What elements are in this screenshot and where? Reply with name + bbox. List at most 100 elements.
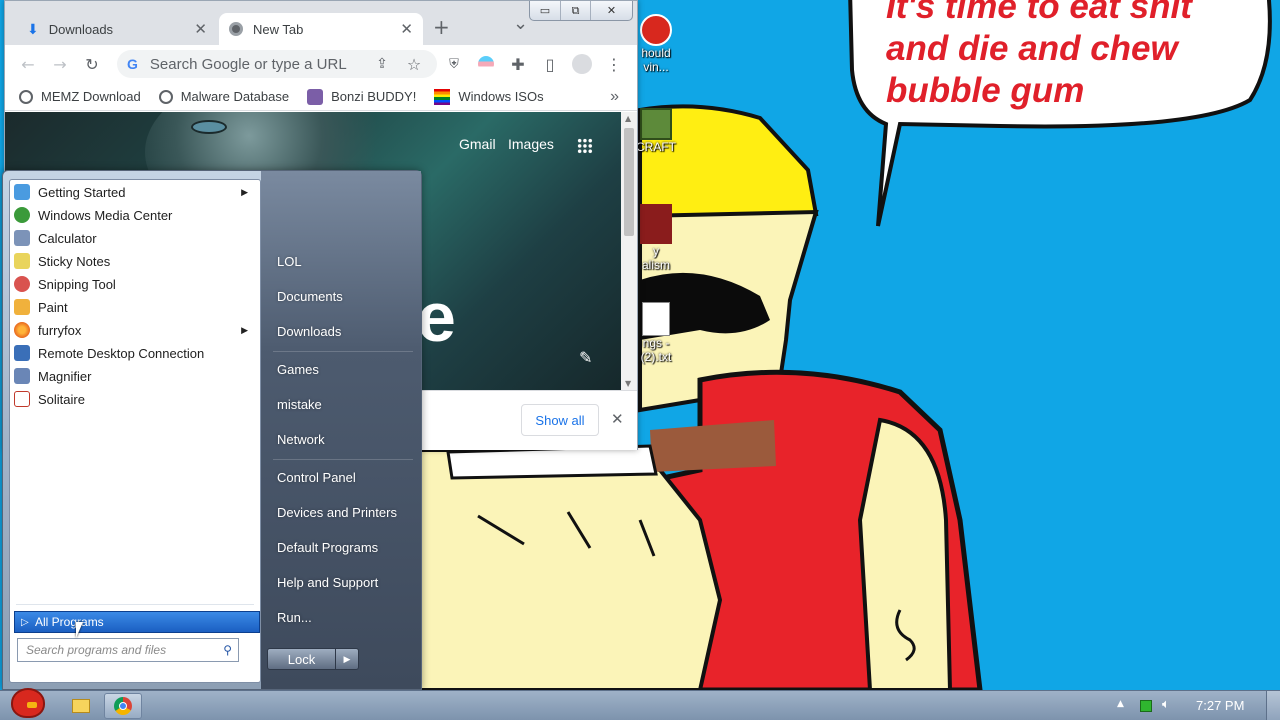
tab-downloads[interactable]: ⬇ Downloads ✕ xyxy=(17,13,217,45)
paint-icon xyxy=(14,299,30,315)
reload-button[interactable]: ↻ xyxy=(81,53,103,75)
share-icon[interactable]: ⇪ xyxy=(371,53,393,75)
restore-button[interactable]: ⧉ xyxy=(560,1,590,20)
program-label: Magnifier xyxy=(38,368,92,384)
google-logo-partial: e xyxy=(417,278,456,356)
bonzi-icon xyxy=(307,88,324,105)
program-sticky-notes[interactable]: Sticky Notes xyxy=(14,250,256,272)
scroll-down-arrow[interactable]: ▼ xyxy=(625,379,631,388)
txt-file-icon xyxy=(642,302,670,336)
bookmark-label: Bonzi BUDDY! xyxy=(331,89,417,104)
getting-started-icon xyxy=(14,184,30,200)
program-label: Sticky Notes xyxy=(38,253,111,269)
program-snipping-tool[interactable]: Snipping Tool xyxy=(14,273,256,295)
program-label: Snipping Tool xyxy=(38,276,116,292)
program-solitaire[interactable]: Solitaire xyxy=(14,388,256,410)
new-tab-button[interactable]: + xyxy=(433,15,450,39)
place-lol[interactable]: LOL xyxy=(277,254,417,269)
mouth xyxy=(446,444,658,480)
speech-line-2: and die and chew xyxy=(886,29,1178,68)
explorer-folder-icon xyxy=(72,699,90,713)
page-scrollbar[interactable]: ▲ ▼ xyxy=(621,112,637,390)
minimize-button[interactable]: ▭ xyxy=(530,1,560,20)
bookmark-star-icon[interactable]: ☆ xyxy=(403,53,425,75)
program-label: Paint xyxy=(38,299,68,315)
submenu-arrow-icon: ▶ xyxy=(241,186,248,197)
tray-overflow-button[interactable]: ▲ xyxy=(1117,699,1124,709)
bookmarks-overflow-button[interactable]: » xyxy=(610,88,619,106)
program-furryfox[interactable]: furryfox ▶ xyxy=(14,319,256,341)
place-documents[interactable]: Documents xyxy=(277,289,417,304)
place-mistake[interactable]: mistake xyxy=(277,397,417,412)
close-tab-icon[interactable]: ✕ xyxy=(194,20,207,38)
close-window-button[interactable]: ✕ xyxy=(590,1,632,20)
rainbow-flag-icon xyxy=(434,88,451,105)
program-getting-started[interactable]: Getting Started ▶ xyxy=(14,181,256,203)
volume-icon[interactable]: 🔈︎ xyxy=(1162,697,1170,712)
all-programs-arrow-icon: ▷ xyxy=(21,616,29,628)
bookmark-memz[interactable]: MEMZ Download xyxy=(19,89,141,104)
program-paint[interactable]: Paint xyxy=(14,296,256,318)
customize-pencil-icon[interactable]: ✎ xyxy=(579,348,592,367)
taskbar: ▲ 🔈︎ 7:27 PM xyxy=(0,688,1280,720)
place-help-support[interactable]: Help and Support xyxy=(277,575,417,590)
place-control-panel[interactable]: Control Panel xyxy=(277,470,417,485)
magnifier-icon xyxy=(14,368,30,384)
bookmark-malware-db[interactable]: Malware Database xyxy=(158,89,289,104)
close-downloads-bar-icon[interactable]: ✕ xyxy=(611,410,624,428)
tab-search-button[interactable]: ⌄ xyxy=(513,13,528,34)
network-icon[interactable] xyxy=(1140,700,1152,712)
angry-birds-icon xyxy=(640,14,672,46)
taskbar-explorer[interactable] xyxy=(66,693,96,719)
start-orb-button[interactable] xyxy=(4,685,52,720)
start-search-input[interactable]: Search programs and files ⚲ xyxy=(17,638,239,662)
chrome-icon xyxy=(114,697,132,715)
bookmark-windows-isos[interactable]: Windows ISOs xyxy=(434,88,544,105)
program-windows-media-center[interactable]: Windows Media Center xyxy=(14,204,256,226)
taskbar-chrome[interactable] xyxy=(104,693,142,719)
extension-shield-icon[interactable]: ⛨ xyxy=(443,53,465,75)
profile-avatar-icon[interactable] xyxy=(571,53,593,75)
images-link[interactable]: Images xyxy=(508,136,554,152)
show-desktop-button[interactable] xyxy=(1266,691,1280,720)
side-panel-icon[interactable]: ▯ xyxy=(539,53,561,75)
place-network[interactable]: Network xyxy=(277,432,417,447)
download-icon: ⬇ xyxy=(27,20,39,37)
place-games[interactable]: Games xyxy=(277,362,417,377)
media-center-icon xyxy=(14,207,30,223)
speech-line-1: It's time to eat shit xyxy=(886,0,1192,26)
bookmark-bonzi[interactable]: Bonzi BUDDY! xyxy=(307,88,417,105)
lock-button-group: Lock ▶ xyxy=(267,648,359,670)
place-default-programs[interactable]: Default Programs xyxy=(277,540,417,555)
lock-button[interactable]: Lock xyxy=(268,649,336,669)
program-magnifier[interactable]: Magnifier xyxy=(14,365,256,387)
scroll-up-arrow[interactable]: ▲ xyxy=(625,114,631,123)
all-programs-button[interactable]: ▷ All Programs xyxy=(14,611,260,633)
shutdown-options-arrow[interactable]: ▶ xyxy=(336,649,358,669)
apps-grid-icon[interactable] xyxy=(577,138,593,154)
places-divider xyxy=(273,459,413,460)
place-run[interactable]: Run... xyxy=(277,610,417,625)
chrome-icon xyxy=(229,22,243,36)
program-calculator[interactable]: Calculator xyxy=(14,227,256,249)
taskbar-clock[interactable]: 7:27 PM xyxy=(1196,698,1244,713)
forward-button[interactable]: → xyxy=(49,53,71,75)
firefox-icon xyxy=(14,322,30,338)
place-downloads[interactable]: Downloads xyxy=(277,324,417,339)
extensions-puzzle-icon[interactable]: ✚ xyxy=(507,53,529,75)
scroll-thumb[interactable] xyxy=(624,128,634,236)
globe-icon xyxy=(19,89,33,104)
show-all-button[interactable]: Show all xyxy=(521,404,599,436)
snipping-tool-icon xyxy=(14,276,30,292)
close-tab-icon[interactable]: ✕ xyxy=(400,20,413,38)
back-button[interactable]: ← xyxy=(17,53,39,75)
start-menu: Getting Started ▶ Windows Media Center C… xyxy=(2,170,422,690)
place-devices-printers[interactable]: Devices and Printers xyxy=(277,505,417,520)
gmail-link[interactable]: Gmail xyxy=(459,136,496,152)
menu-kebab-icon[interactable]: ⋮ xyxy=(603,53,625,75)
program-remote-desktop[interactable]: Remote Desktop Connection xyxy=(14,342,256,364)
extension-trans-icon[interactable] xyxy=(475,53,497,75)
angry-bird-start-icon xyxy=(11,688,45,718)
tab-label: New Tab xyxy=(253,21,304,37)
tab-new-tab[interactable]: New Tab ✕ xyxy=(219,13,423,45)
